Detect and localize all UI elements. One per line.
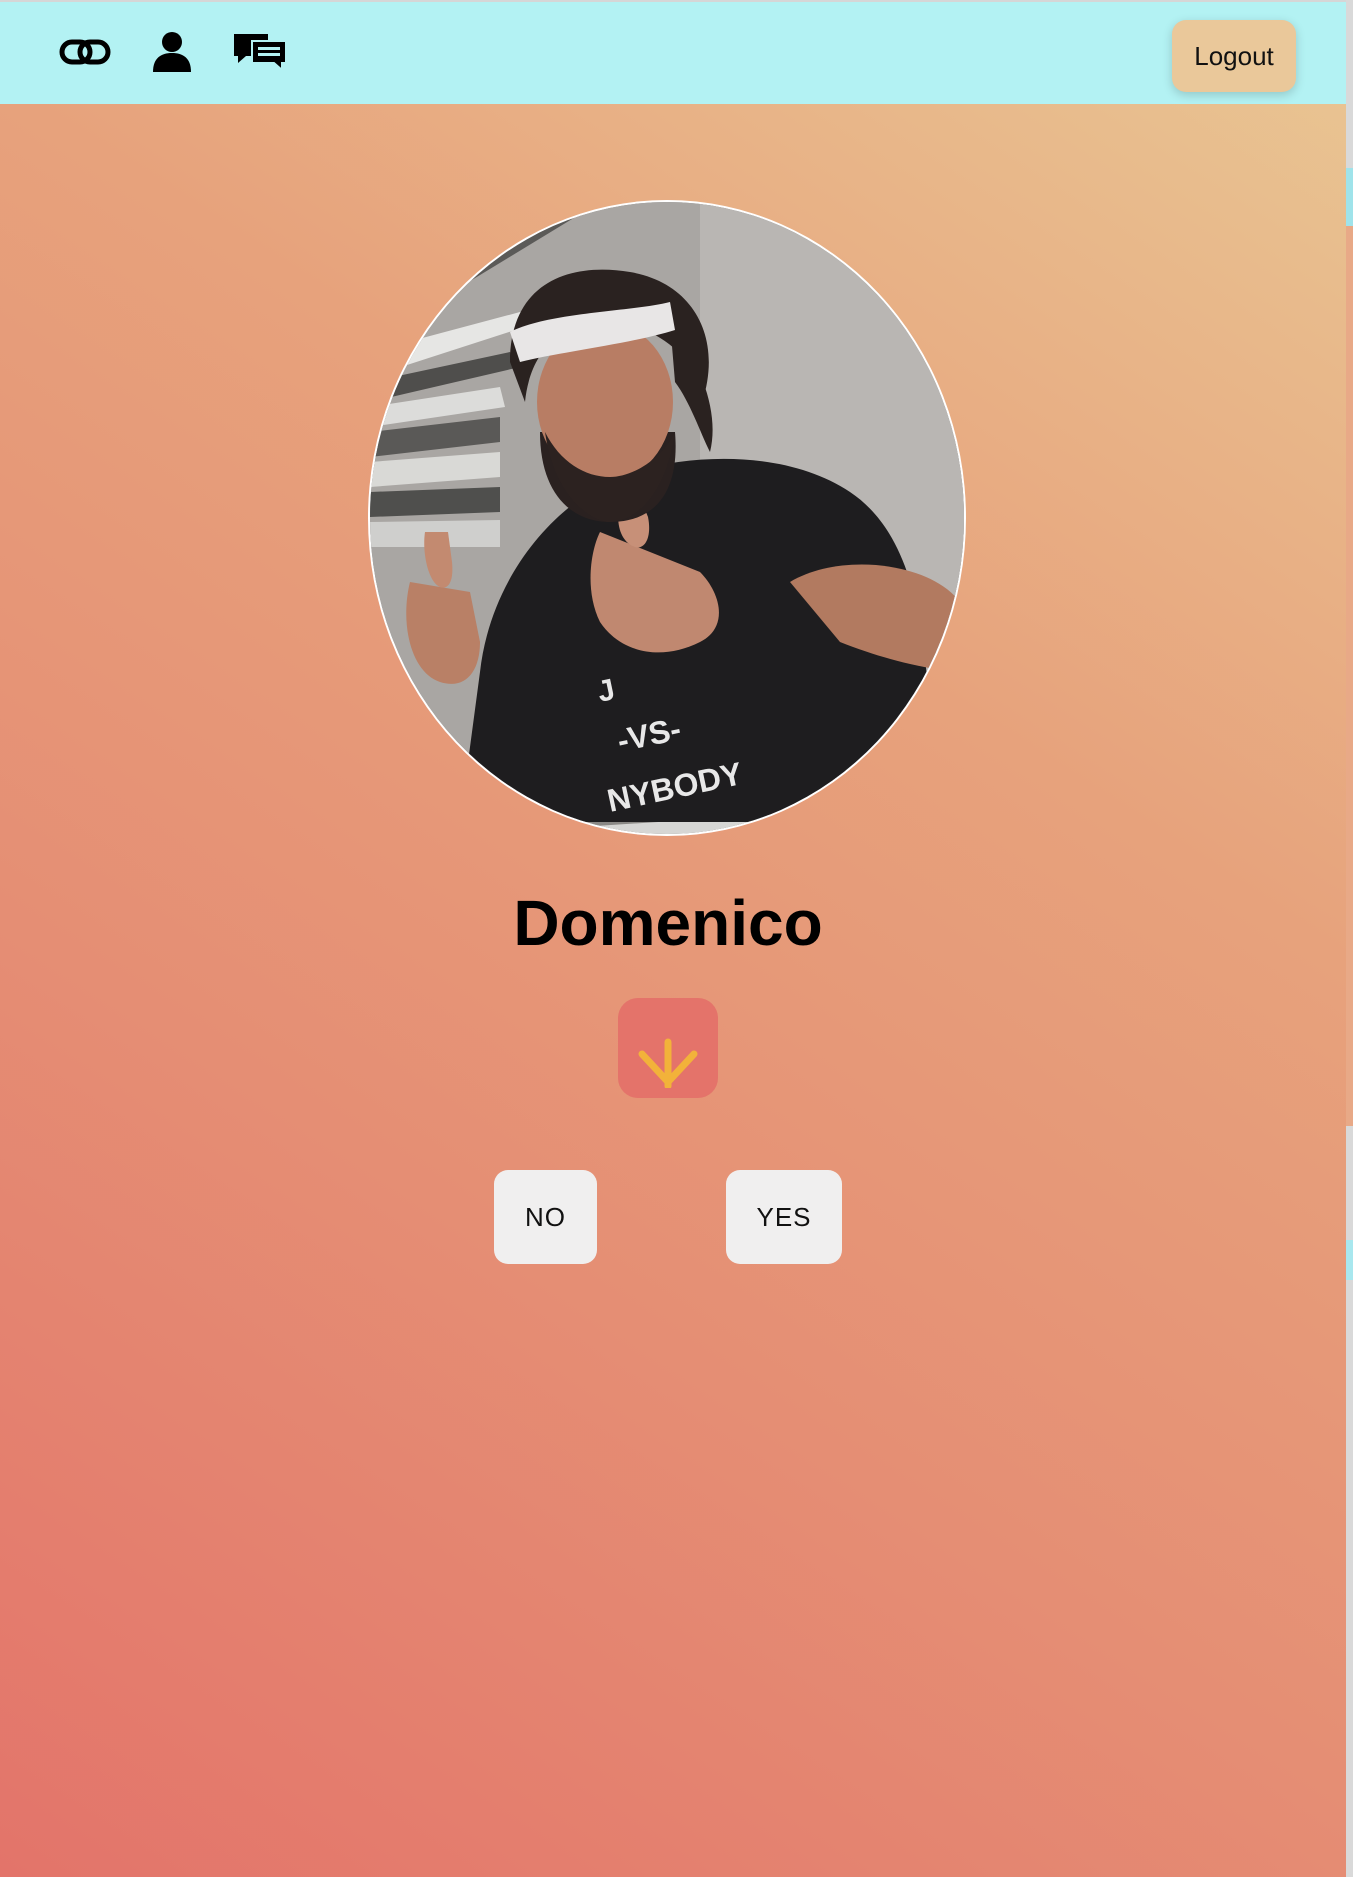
top-navbar: Logout xyxy=(0,0,1346,104)
link-icon[interactable] xyxy=(57,28,113,76)
chat-icon[interactable] xyxy=(232,28,288,76)
background-window-edge xyxy=(1346,0,1353,1877)
background-window-mark xyxy=(1346,226,1353,1126)
no-button[interactable]: NO xyxy=(494,1170,597,1264)
down-arrow-button[interactable] xyxy=(618,998,718,1098)
profile-photo: J -VS- NYBODY xyxy=(368,200,966,836)
background-window-mark xyxy=(1346,1240,1353,1280)
app-window: Logout J -VS- NYBODY Domenico NO YES xyxy=(0,0,1346,1877)
profile-photo-illustration: J -VS- NYBODY xyxy=(370,202,964,834)
profile-name: Domenico xyxy=(513,887,823,959)
user-icon[interactable] xyxy=(144,28,200,76)
yes-button[interactable]: YES xyxy=(726,1170,842,1264)
background-window-mark xyxy=(1346,168,1353,226)
logout-button[interactable]: Logout xyxy=(1172,20,1296,92)
arrow-down-icon xyxy=(638,1038,698,1088)
